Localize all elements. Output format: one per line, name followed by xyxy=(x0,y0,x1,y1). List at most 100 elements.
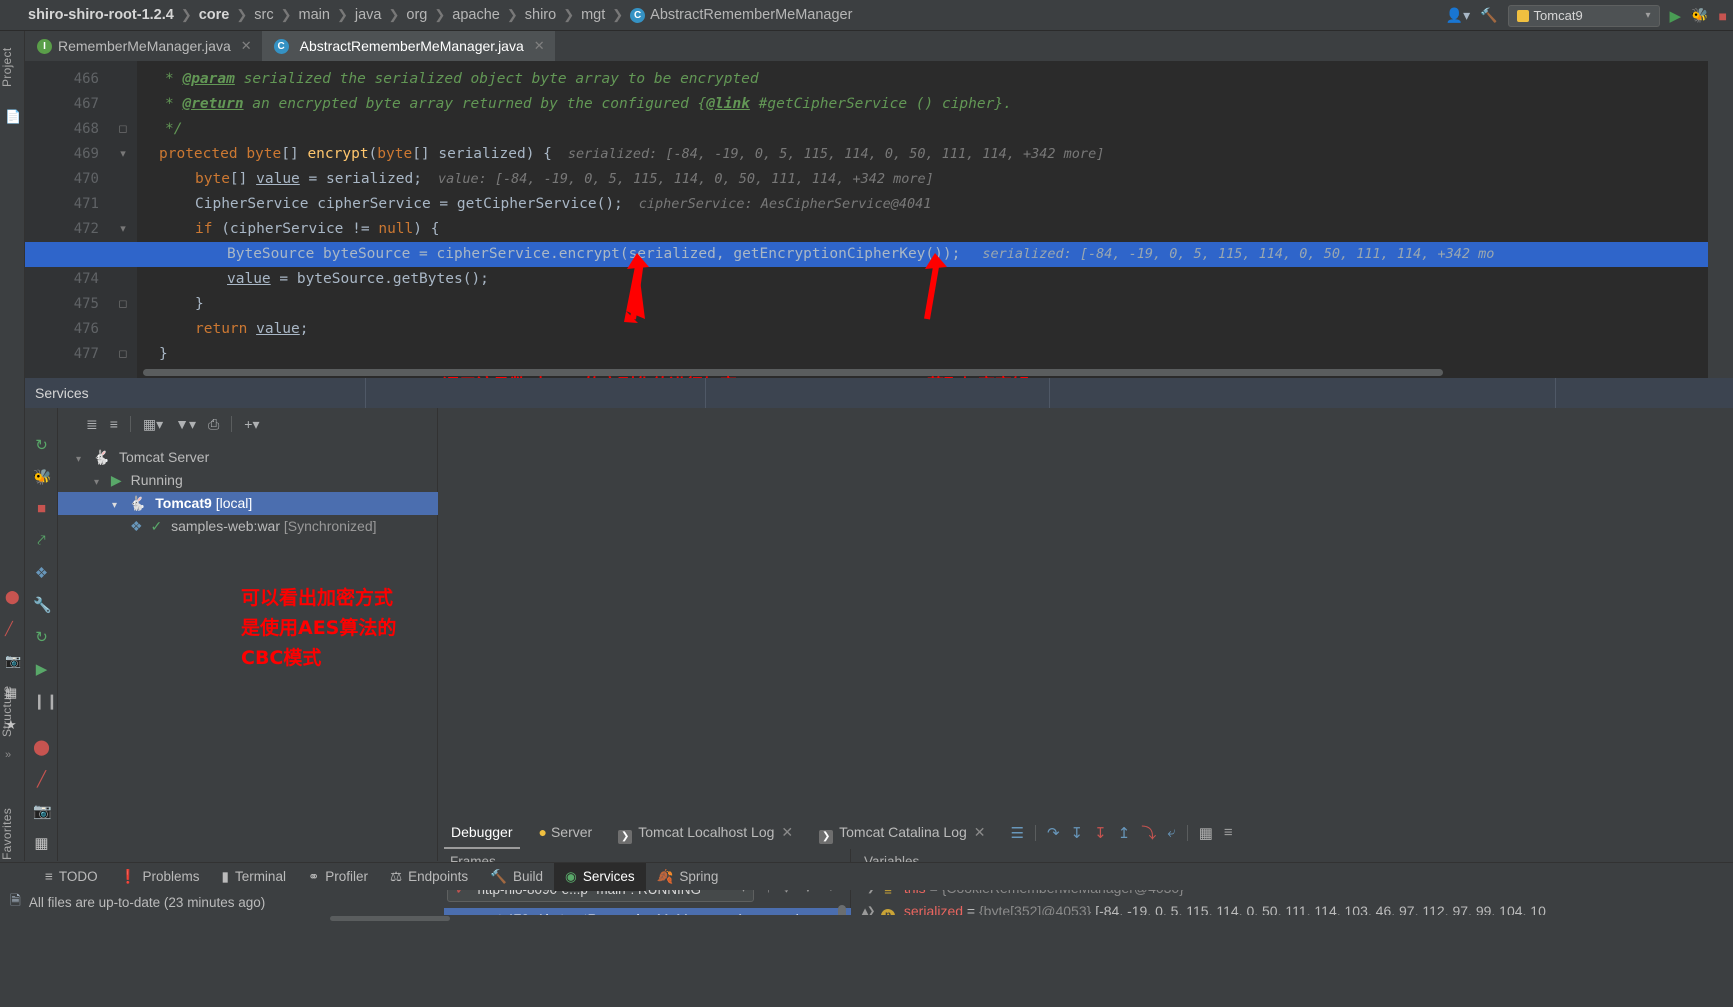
bottom-tab-profiler[interactable]: ⚭ Profiler xyxy=(297,863,379,891)
tree-item-running[interactable]: ▾ ▶ Running xyxy=(58,469,438,492)
tab-tomcat-catalina-log[interactable]: ❯ Tomcat Catalina Log ✕ xyxy=(806,816,998,849)
strike-icon[interactable]: ╱ xyxy=(33,770,50,788)
bottom-scrollbar[interactable] xyxy=(330,916,450,921)
close-icon[interactable]: ✕ xyxy=(241,38,252,54)
rerun-icon[interactable]: ↻ xyxy=(33,436,50,454)
tree-item-samples-web-war[interactable]: ❖ ✓ samples-web:war [Synchronized] xyxy=(58,515,438,538)
strike-icon[interactable]: ╱ xyxy=(5,621,20,636)
editor-tab-rememberme[interactable]: I RememberMeManager.java ✕ xyxy=(25,31,262,61)
breadcrumb-item-main[interactable]: main xyxy=(299,7,330,23)
fold-marker[interactable]: ◻ xyxy=(117,117,129,142)
star-icon[interactable]: ★ xyxy=(5,717,20,732)
add-tab-icon[interactable]: ⎙ xyxy=(208,416,219,433)
close-icon[interactable]: ✕ xyxy=(974,824,986,840)
grid-icon[interactable]: ▦ xyxy=(5,685,20,700)
breadcrumb-project[interactable]: shiro-shiro-root-1.2.4 xyxy=(28,7,174,23)
user-icon[interactable]: 👤▾ xyxy=(1446,7,1470,24)
bottom-tab-spring[interactable]: 🍂 Spring xyxy=(646,863,730,891)
editor-tab-abstractrememberme[interactable]: C AbstractRememberMeManager.java ✕ xyxy=(261,31,555,61)
group-icon[interactable]: ▦▾ xyxy=(143,416,163,433)
add-icon[interactable]: +▾ xyxy=(244,416,259,433)
close-icon[interactable]: ✕ xyxy=(781,824,793,840)
debug-icon[interactable]: 🐝 xyxy=(33,468,52,486)
hammer-icon[interactable]: 🔨 xyxy=(1480,7,1497,24)
bottom-tab-terminal[interactable]: ▮ Terminal xyxy=(211,863,297,891)
run-configuration-selector[interactable]: Tomcat9 ▾ xyxy=(1507,4,1660,27)
tab-label: Endpoints xyxy=(408,869,469,884)
deploy-icon[interactable]: ⤤ xyxy=(33,532,50,549)
bottom-tab-endpoints[interactable]: ⚖ Endpoints xyxy=(379,863,479,891)
chevron-down-icon[interactable]: ▾ xyxy=(1646,10,1651,21)
breadcrumb-item-src[interactable]: src xyxy=(254,7,273,23)
fold-marker[interactable]: ▾ xyxy=(117,142,129,167)
breadcrumb-item-core[interactable]: core xyxy=(199,7,230,23)
tab-label: Build xyxy=(513,869,544,884)
step-into-icon[interactable]: ↧ xyxy=(1071,824,1084,842)
collapse-all-icon[interactable]: ≡ xyxy=(110,416,118,432)
bookmark-icon[interactable]: ⬤ xyxy=(5,589,20,604)
settings-icon[interactable]: 🔧 xyxy=(33,596,52,614)
tree-item-tomcat9-local[interactable]: ▾ 🐇 Tomcat9 [local] xyxy=(58,492,438,515)
tree-item-tomcat-server[interactable]: ▾ 🐇 Tomcat Server xyxy=(58,446,438,469)
file-icon[interactable]: 📄 xyxy=(5,109,21,124)
fold-marker[interactable]: ▾ xyxy=(117,217,129,242)
fold-marker[interactable]: ◻ xyxy=(117,292,129,317)
resume-icon[interactable]: ▶ xyxy=(33,660,50,678)
bottom-tab-build[interactable]: 🔨 Build xyxy=(479,863,554,891)
javadoc-link-tag[interactable]: @link xyxy=(706,96,750,112)
check-icon: ✓ xyxy=(150,518,163,534)
tab-debugger[interactable]: Debugger xyxy=(438,816,526,849)
chevron-down-icon[interactable]: ▾ xyxy=(112,500,117,511)
debug-icon[interactable]: 🐝 xyxy=(1691,7,1708,24)
chevron-down-icon[interactable]: ▾ xyxy=(76,454,81,465)
filter-icon[interactable]: ▼▾ xyxy=(175,416,196,433)
run-to-cursor-icon[interactable]: ⤶ xyxy=(1167,824,1175,841)
breadcrumb-item-shiro[interactable]: shiro xyxy=(525,7,556,23)
editor-horizontal-scrollbar[interactable] xyxy=(143,369,1443,376)
camera-icon[interactable]: 📷 xyxy=(33,802,52,820)
stop-icon[interactable]: ■ xyxy=(33,500,50,517)
code-text: ) { xyxy=(413,221,440,237)
breadcrumb-item-mgt[interactable]: mgt xyxy=(581,7,605,23)
drop-frame-icon[interactable]: ⤵ xyxy=(1141,822,1156,843)
breadcrumb-item-apache[interactable]: apache xyxy=(452,7,500,23)
fold-marker[interactable]: ◻ xyxy=(117,342,129,367)
stop-icon[interactable]: ■ xyxy=(1719,8,1727,24)
editor-gutter[interactable]: 466 467 468 469 470 471 472 473 474 475 … xyxy=(25,61,137,378)
code-editor[interactable]: 466 467 468 469 470 471 472 473 474 475 … xyxy=(25,61,1733,378)
modules-icon[interactable]: ❖ xyxy=(33,564,50,582)
grid-icon[interactable]: ▦ xyxy=(33,834,50,852)
tree-item-label: Running xyxy=(130,472,183,488)
tab-tomcat-localhost-log[interactable]: ❯ Tomcat Localhost Log ✕ xyxy=(605,816,806,849)
camera-icon[interactable]: 📷 xyxy=(5,653,21,668)
step-out-icon[interactable]: ↥ xyxy=(1118,824,1131,842)
line-number: 474 xyxy=(73,271,99,287)
run-icon[interactable]: ▶ xyxy=(1670,7,1682,25)
pause-icon[interactable]: ❙❙ xyxy=(33,692,58,710)
refresh-icon[interactable]: ↻ xyxy=(33,628,50,646)
evaluate-icon[interactable]: ▦ xyxy=(1199,824,1213,842)
tool-window-structure[interactable]: Structure xyxy=(0,671,25,751)
bookmark-icon[interactable]: ⬤ xyxy=(33,738,50,756)
services-title: Services xyxy=(35,385,89,401)
tab-server[interactable]: ● Server xyxy=(526,816,606,849)
code-text: (); xyxy=(596,196,623,212)
expand-all-icon[interactable]: ≣ xyxy=(86,416,98,433)
code-text-area[interactable]: * @param serialized the serialized objec… xyxy=(25,61,1733,378)
step-over-icon[interactable]: ↷ xyxy=(1047,824,1060,842)
force-step-into-icon[interactable]: ↧ xyxy=(1094,824,1107,842)
close-icon[interactable]: ✕ xyxy=(534,38,545,54)
breadcrumb-class-name[interactable]: AbstractRememberMeManager xyxy=(650,7,852,23)
bottom-tab-services[interactable]: ◉ Services xyxy=(554,862,646,891)
header-divider xyxy=(1049,378,1050,408)
tool-window-project[interactable]: Project xyxy=(0,37,25,97)
bottom-tab-todo[interactable]: ≡ TODO xyxy=(34,863,109,891)
bottom-tab-problems[interactable]: ❗ Problems xyxy=(109,863,211,891)
chevron-down-icon[interactable]: ▾ xyxy=(94,477,99,488)
settings-icon[interactable]: ≡ xyxy=(1224,824,1233,841)
more-icon[interactable]: » xyxy=(5,749,20,764)
breadcrumb[interactable]: shiro-shiro-root-1.2.4 ❯ core ❯ src ❯ ma… xyxy=(28,7,852,23)
breadcrumb-item-org[interactable]: org xyxy=(406,7,427,23)
breadcrumb-item-java[interactable]: java xyxy=(355,7,382,23)
mute-breakpoints-icon[interactable]: ☰ xyxy=(1011,824,1024,842)
